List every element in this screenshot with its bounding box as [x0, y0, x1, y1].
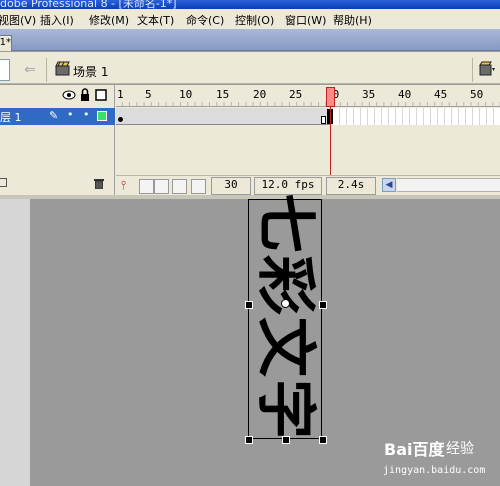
watermark-url: jingyan.baidu.com [383, 465, 486, 476]
menu-insert[interactable]: 插入(I) [40, 12, 74, 28]
onion-skin-icon[interactable] [139, 179, 154, 194]
transform-handle[interactable] [282, 436, 290, 444]
layer-outline-color[interactable] [97, 111, 107, 121]
transform-handle[interactable] [319, 301, 327, 309]
watermark-brand: 经验 [446, 441, 474, 457]
title-bar: dobe Professional 8 - [未命名-1*] [0, 0, 500, 9]
timeline-scrollbar[interactable] [397, 178, 500, 192]
folder-icon[interactable] [0, 178, 7, 187]
onion-skin-outlines-icon[interactable] [154, 179, 169, 194]
current-frame-field[interactable]: 30 [211, 177, 251, 195]
menu-bar: 视图(V) 插入(I) 修改(M) 文本(T) 命令(C) 控制(O) 窗口(W… [0, 9, 500, 29]
outline-icon[interactable] [95, 89, 107, 101]
divider [46, 58, 47, 82]
center-frame-icon[interactable]: ⫯ [121, 178, 126, 193]
edit-bar-field[interactable] [0, 59, 10, 81]
menu-commands[interactable]: 命令(C) [186, 12, 224, 28]
layer-lock-dot[interactable]: • [83, 108, 90, 121]
ruler-number: 25 [289, 88, 303, 101]
playhead[interactable] [326, 87, 335, 107]
menu-view[interactable]: 视图(V) [0, 12, 36, 28]
transform-handle[interactable] [245, 301, 253, 309]
selection-bounding-box [248, 199, 322, 439]
elapsed-time-field: 2.4s [326, 177, 376, 195]
frame-span[interactable] [116, 108, 330, 125]
divider [472, 58, 473, 82]
ruler-number: 35 [362, 88, 376, 101]
edit-multiple-frames-icon[interactable] [172, 179, 187, 194]
menu-modify[interactable]: 修改(M) [89, 12, 129, 28]
pasteboard [0, 199, 30, 486]
scene-label: 场景 1 [73, 65, 109, 79]
window-title: dobe Professional 8 - [未命名-1*] [0, 0, 177, 9]
modify-onion-markers-icon[interactable] [191, 179, 206, 194]
ruler-number: 5 [145, 88, 152, 101]
empty-frames[interactable] [333, 108, 500, 125]
ruler-number: 15 [216, 88, 230, 101]
end-frame-marker[interactable] [321, 116, 326, 124]
keyframe-marker[interactable] [118, 117, 123, 122]
ruler-number: 20 [253, 88, 267, 101]
ruler-number: 10 [179, 88, 193, 101]
watermark-logo: Bai百度 [384, 440, 445, 459]
menu-control[interactable]: 控制(O) [235, 12, 274, 28]
transform-center-point[interactable] [281, 299, 290, 308]
scene-icon [55, 61, 70, 76]
transform-handle[interactable] [319, 436, 327, 444]
eye-icon[interactable] [62, 90, 76, 100]
menu-text[interactable]: 文本(T) [137, 12, 174, 28]
ruler-number: 50 [470, 88, 484, 101]
scroll-left-icon[interactable]: ◀ [382, 178, 396, 192]
trash-icon[interactable] [94, 178, 104, 190]
edit-symbols-icon[interactable] [479, 61, 497, 77]
layer-visible-dot[interactable]: • [67, 108, 74, 121]
transform-handle[interactable] [245, 436, 253, 444]
layer-header-icons [62, 88, 112, 102]
document-tab-label: 名-1* [0, 37, 11, 48]
ruler-number: 40 [398, 88, 412, 101]
pencil-icon: ✎ [49, 109, 59, 122]
document-tab[interactable]: 名-1* [0, 35, 12, 51]
menu-window[interactable]: 窗口(W) [285, 12, 326, 28]
document-tab-strip [0, 29, 500, 51]
ruler-number: 45 [434, 88, 448, 101]
menu-help[interactable]: 帮助(H) [333, 12, 372, 28]
layer-name[interactable]: 层 1 [0, 109, 22, 125]
back-arrow-icon[interactable]: ⇐ [19, 62, 41, 80]
ruler-number: 1 [117, 88, 124, 101]
lock-icon[interactable] [81, 88, 89, 101]
